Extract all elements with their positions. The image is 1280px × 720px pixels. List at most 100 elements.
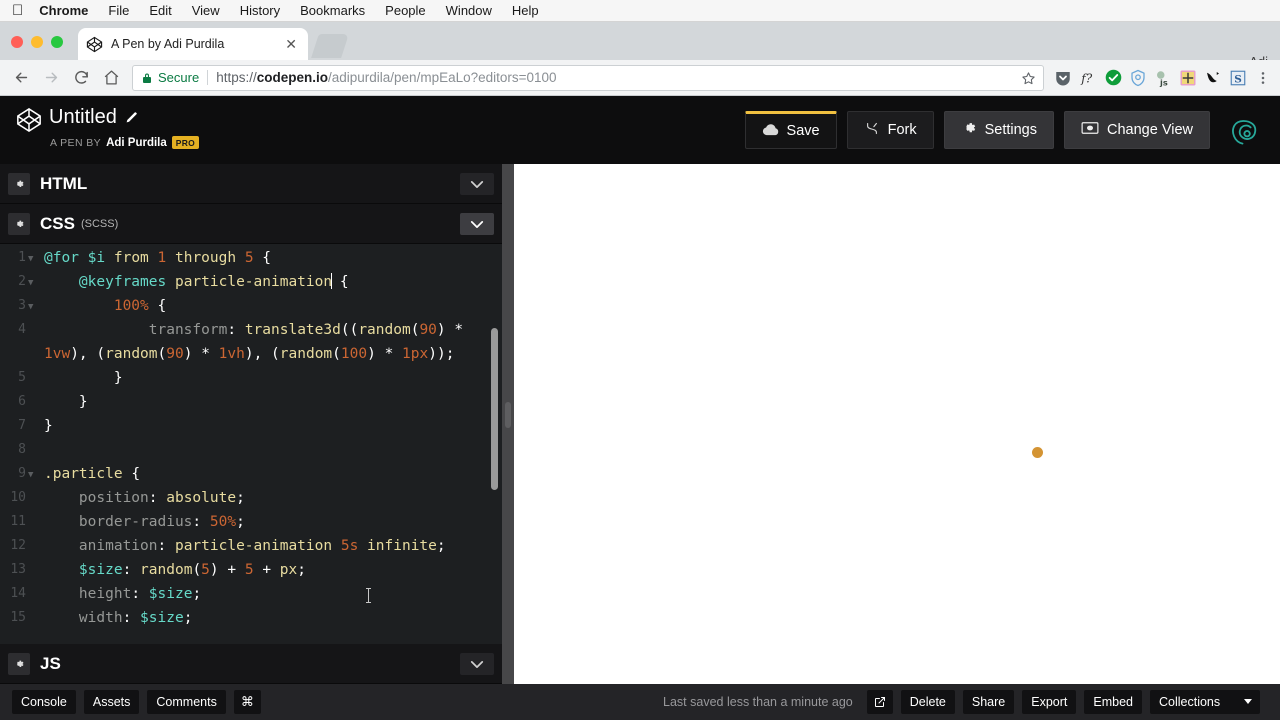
console-button[interactable]: Console [12,690,76,714]
mac-menu-people[interactable]: People [385,3,425,18]
save-button[interactable]: Save [744,111,837,149]
green-check-icon[interactable] [1102,67,1124,89]
codepen-logo-icon[interactable] [16,107,42,138]
editor-scrollbar[interactable] [491,244,498,684]
pocket-shield-icon[interactable] [1052,67,1074,89]
header-actions: Save Fork Settings Change View [744,111,1210,149]
export-button[interactable]: Export [1022,690,1077,714]
collections-label: Collections [1159,695,1221,709]
open-external-button[interactable] [866,690,893,714]
fold-arrow-icon[interactable]: ▼ [28,463,33,487]
mac-menu-window[interactable]: Window [446,3,492,18]
line-number: 8 [18,442,26,457]
color-picker-icon[interactable] [1177,67,1199,89]
fork-icon [864,121,880,140]
fold-arrow-icon[interactable]: ▼ [28,295,33,319]
editor-column: HTML CSS (SCSS) 1 ▼ @for $i from 1 through… [0,164,502,684]
chevron-down-icon[interactable] [460,213,494,235]
byline-prefix: A PEN BY [50,136,102,149]
mac-menu-file[interactable]: File [108,3,129,18]
pane-resize-handle[interactable] [502,164,514,684]
byline-author[interactable]: Adi Purdila [106,137,167,149]
change-view-button[interactable]: Change View [1064,111,1210,149]
pen-title-text: Untitled [49,106,117,128]
url-domain: codepen.io [256,70,328,85]
code-line: 1 ▼ @for $i from 1 through 5 { [0,246,502,270]
pencil-icon[interactable] [125,111,138,124]
reload-icon[interactable] [66,63,96,93]
spiral-logo-icon[interactable] [1229,113,1265,154]
fold-arrow-icon[interactable]: ▼ [28,271,33,295]
chrome-menu-icon[interactable] [1252,67,1274,89]
line-number: 7 [18,418,26,433]
address-bar[interactable]: Secure https://codepen.io/adipurdila/pen… [132,64,1044,91]
blue-s-icon[interactable]: S [1227,67,1249,89]
close-icon[interactable]: ✕ [282,37,300,51]
fork-button[interactable]: Fork [846,111,934,149]
forward-arrow-icon [36,63,66,93]
preview-particle [1032,447,1043,458]
code-line: 12 animation: particle-animation 5s infi… [0,534,502,558]
mac-menu-bookmarks[interactable]: Bookmarks [300,3,365,18]
bookmark-star-icon[interactable] [1017,68,1039,90]
gear-icon[interactable] [8,212,30,235]
tab-strip: A Pen by Adi Purdila ✕ Adi [0,22,1280,69]
css-code-editor[interactable]: 1 ▼ @for $i from 1 through 5 { 2 ▼ @keyfram… [0,244,502,684]
pane-header-css[interactable]: CSS (SCSS) [0,204,502,244]
fold-arrow-icon[interactable]: ▼ [28,247,33,271]
chevron-down-icon[interactable] [460,173,494,195]
back-arrow-icon[interactable] [6,63,36,93]
chevron-down-icon[interactable] [460,653,494,675]
minimize-window-button[interactable] [31,36,43,48]
line-number: 5 [18,370,26,385]
line-number: 14 [10,586,26,601]
code-line: 11 border-radius: 50%; [0,510,502,534]
url-scheme: https:// [216,70,257,85]
save-label: Save [786,123,820,139]
mac-menu-view[interactable]: View [192,3,220,18]
line-number: 4 [18,322,26,337]
font-finder-icon[interactable]: f? [1077,67,1099,89]
new-tab-button[interactable] [311,34,349,58]
assets-button[interactable]: Assets [83,690,140,714]
apple-logo-icon[interactable]:  [12,3,23,18]
preview-pane[interactable] [514,164,1280,684]
close-window-button[interactable] [11,36,23,48]
comments-button[interactable]: Comments [147,690,226,714]
settings-label: Settings [984,122,1037,138]
settings-button[interactable]: Settings [943,111,1054,149]
embed-button[interactable]: Embed [1084,690,1142,714]
mac-menu-chrome[interactable]: Chrome [39,3,88,18]
fork-label: Fork [887,122,917,138]
browser-window:  Chrome File Edit View History Bookmark… [0,0,1280,720]
code-line: 8 [0,438,502,462]
home-icon[interactable] [96,63,126,93]
shortcuts-button[interactable]: ⌘ [233,690,261,714]
maximize-window-button[interactable] [51,36,63,48]
pane-header-js[interactable]: JS [0,644,502,684]
javascript-toggle-icon[interactable]: js [1152,67,1174,89]
mac-menu-help[interactable]: Help [512,3,539,18]
black-bird-icon[interactable] [1202,67,1224,89]
line-number: 13 [10,562,26,577]
collections-dropdown[interactable]: Collections [1150,690,1260,714]
mac-menu-edit[interactable]: Edit [149,3,171,18]
cloud-icon [762,123,779,140]
resize-grip[interactable] [505,402,511,428]
mac-menu-history[interactable]: History [240,3,280,18]
gear-icon[interactable] [8,652,30,675]
share-button[interactable]: Share [962,690,1015,714]
line-number: 2 [18,274,26,289]
code-line: 7} [0,414,502,438]
browser-tab[interactable]: A Pen by Adi Purdila ✕ [78,28,308,60]
delete-button[interactable]: Delete [900,690,955,714]
gear-icon[interactable] [8,172,30,195]
text-cursor [331,273,333,289]
pen-byline: A PEN BY Adi Purdila PRO [50,136,200,149]
browser-toolbar: Secure https://codepen.io/adipurdila/pen… [0,60,1280,96]
line-number: 12 [10,538,26,553]
line-number: 11 [10,514,26,529]
blue-shield-icon[interactable] [1127,67,1149,89]
pane-header-html[interactable]: HTML [0,164,502,204]
editor-scrollbar-thumb[interactable] [491,328,498,490]
